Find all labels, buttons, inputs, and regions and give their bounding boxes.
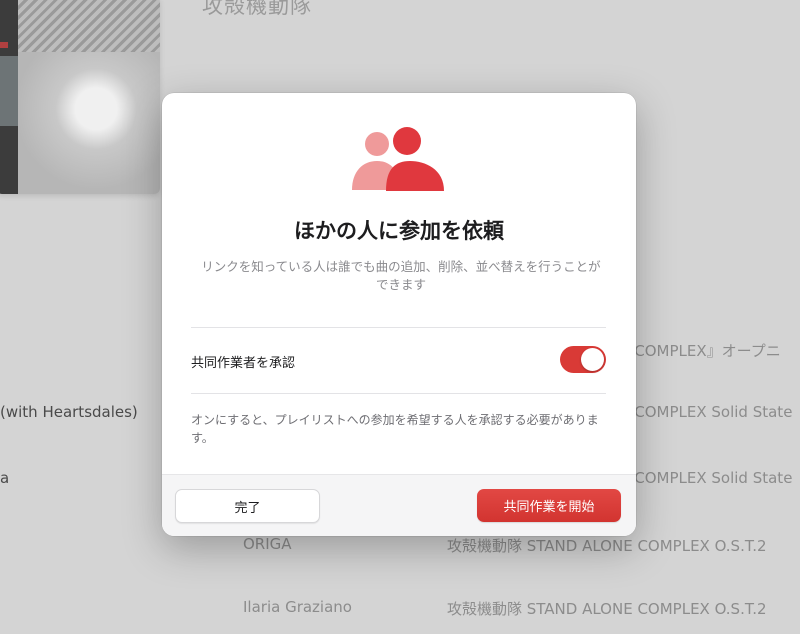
album-title: 攻殻機動隊 <box>202 0 312 18</box>
divider <box>191 327 606 328</box>
people-icon <box>352 127 444 191</box>
toggle-knob <box>581 348 604 371</box>
track-album: 攻殻機動隊 STAND ALONE COMPLEX O.S.T.2 <box>447 600 767 618</box>
approve-collaborators-toggle[interactable] <box>560 346 606 373</box>
track-artist: (with Heartsdales) <box>0 403 138 421</box>
track-artist: Ilaria Graziano <box>243 598 352 616</box>
approve-collaborators-label: 共同作業者を承認 <box>191 356 296 371</box>
done-button[interactable]: 完了 <box>175 489 320 523</box>
track-artist: a <box>0 469 10 487</box>
track-album: 攻殻機動隊 STAND ALONE COMPLEX O.S.T.2 <box>447 537 767 555</box>
divider <box>191 393 606 394</box>
approve-help-text: オンにすると、プレイリストへの参加を希望する人を承認する必要があります。 <box>191 413 599 445</box>
track-album: E COMPLEX』オープニ <box>620 342 781 360</box>
dialog-title: ほかの人に参加を依頼 <box>294 219 504 243</box>
invite-collaborators-dialog: ほかの人に参加を依頼 リンクを知っている人は誰でも曲の追加、削除、並べ替えを行う… <box>162 93 636 536</box>
track-artist: ORIGA <box>243 535 292 553</box>
dialog-footer: 完了 共同作業を開始 <box>162 474 636 536</box>
album-artwork <box>0 0 160 194</box>
dialog-description: リンクを知っている人は誰でも曲の追加、削除、並べ替えを行うことができます <box>201 259 601 292</box>
track-album: E COMPLEX Solid State <box>620 403 793 421</box>
track-album: E COMPLEX Solid State <box>620 469 793 487</box>
start-collaboration-button[interactable]: 共同作業を開始 <box>477 489 621 522</box>
